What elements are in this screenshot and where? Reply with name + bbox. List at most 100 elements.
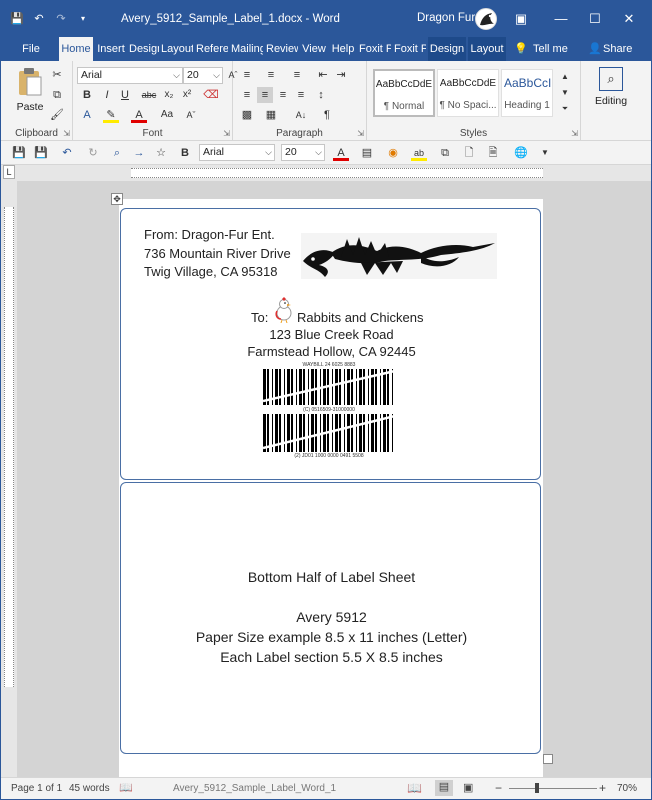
underline-button[interactable]: U	[117, 87, 133, 103]
tab-insert[interactable]: Insert	[94, 37, 128, 61]
zoom-level[interactable]: 70%	[617, 783, 637, 794]
paste-button[interactable]: Paste	[13, 67, 47, 117]
justify-icon[interactable]: ≡	[293, 87, 309, 103]
copy-format-icon[interactable]: ⧉	[437, 145, 453, 161]
tab-foxit-pdf[interactable]: Foxit PDF	[359, 37, 391, 61]
star-icon[interactable]: ☆	[153, 145, 169, 161]
font-color-icon[interactable]: A	[131, 107, 147, 123]
cut-icon[interactable]: ✂	[49, 67, 65, 83]
tab-layout[interactable]: Layout	[161, 37, 193, 61]
save-icon[interactable]: 💾	[9, 11, 25, 27]
editing-button[interactable]: ⌕ Editing	[589, 65, 633, 119]
tab-home[interactable]: Home	[59, 37, 93, 61]
style-normal[interactable]: AaBbCcDdE ¶ Normal	[373, 69, 435, 117]
tab-help[interactable]: Help	[330, 37, 356, 61]
tab-review[interactable]: Review	[266, 37, 298, 61]
styles-scroll-down-icon[interactable]: ▼	[557, 85, 573, 101]
styles-more-icon[interactable]: ⏷	[557, 101, 573, 117]
forward-icon[interactable]: →	[131, 145, 147, 161]
increase-indent-icon[interactable]: ⇥	[333, 67, 349, 83]
person-icon[interactable]: 👤	[587, 41, 603, 57]
search-icon[interactable]: ⌕	[109, 145, 125, 161]
zoom-out-icon[interactable]: −	[495, 781, 502, 795]
bottom-label[interactable]: Bottom Half of Label Sheet Avery 5912 Pa…	[120, 482, 541, 754]
web-layout-icon[interactable]: 🌐	[513, 145, 529, 161]
text-effects-icon[interactable]: A	[79, 107, 95, 123]
shading-icon[interactable]: ▩	[239, 107, 255, 123]
strikethrough-button[interactable]: abc	[139, 87, 159, 103]
share-button[interactable]: Share	[603, 37, 633, 61]
sort-icon[interactable]: A↓	[293, 107, 309, 123]
align-left-icon[interactable]: ≡	[239, 87, 255, 103]
style-heading-1[interactable]: AaBbCcI Heading 1	[501, 69, 553, 117]
page-icon[interactable]: 🗋	[461, 145, 477, 161]
table-resize-handle[interactable]	[543, 754, 553, 764]
document-page[interactable]: ✥ From: Dragon-Fur Ent. 736 Mountain Riv…	[111, 193, 553, 777]
styles-pane-icon[interactable]: ▤	[359, 145, 375, 161]
minimize-icon[interactable]: —	[553, 11, 569, 27]
tab-mailings[interactable]: Mailings	[231, 37, 263, 61]
style-no-spacing[interactable]: AaBbCcDdE ¶ No Spaci...	[437, 69, 499, 117]
undo-icon[interactable]: ↶	[59, 145, 75, 161]
customize-toolbar-icon[interactable]: ▼	[537, 145, 553, 161]
zoom-slider[interactable]	[509, 783, 597, 793]
shrink-font-icon[interactable]: Aˇ	[183, 107, 199, 123]
vertical-ruler[interactable]	[1, 181, 17, 777]
change-case-icon[interactable]: Aa	[159, 107, 175, 123]
page-count[interactable]: Page 1 of 1	[11, 783, 62, 794]
tab-selector-icon[interactable]: L	[3, 165, 15, 179]
bold-button[interactable]: B	[177, 145, 193, 161]
tab-file[interactable]: File	[11, 37, 51, 61]
save-icon[interactable]: 💾	[11, 145, 27, 161]
web-layout-icon[interactable]: ▣	[463, 781, 473, 794]
lightbulb-icon[interactable]: 💡	[513, 41, 529, 57]
decrease-indent-icon[interactable]: ⇤	[315, 67, 331, 83]
tab-design[interactable]: Design	[129, 37, 159, 61]
horizontal-ruler[interactable]: L	[1, 165, 651, 181]
theme-colors-icon[interactable]: ◉	[385, 145, 401, 161]
undo-icon[interactable]: ↶	[31, 11, 47, 27]
table-move-handle-icon[interactable]: ✥	[111, 193, 123, 205]
line-spacing-icon[interactable]: ↕	[313, 87, 329, 103]
save-as-icon[interactable]: 💾	[33, 145, 49, 161]
styles-launcher-icon[interactable]: ⇲	[571, 129, 578, 138]
tab-foxit-pdf-2[interactable]: Foxit PDF	[394, 37, 426, 61]
clear-formatting-icon[interactable]: ⌫	[203, 87, 219, 103]
zoom-slider-thumb[interactable]	[535, 783, 539, 793]
maximize-icon[interactable]: ☐	[587, 11, 603, 27]
print-layout-icon[interactable]: ▤	[435, 780, 453, 796]
avatar[interactable]	[475, 8, 497, 30]
align-center-icon[interactable]: ≡	[257, 87, 273, 103]
borders-icon[interactable]: ▦	[263, 107, 279, 123]
copy-icon[interactable]: ⧉	[49, 87, 65, 103]
tell-me-search[interactable]: Tell me	[533, 37, 571, 61]
italic-button[interactable]: I	[99, 87, 115, 103]
zoom-in-icon[interactable]: +	[599, 781, 606, 795]
customize-qat-icon[interactable]: ▾	[75, 11, 91, 27]
highlight-icon[interactable]: ✎	[103, 107, 119, 123]
font-size-select[interactable]: 20 ⌵	[183, 67, 223, 84]
redo-icon[interactable]: ↻	[85, 145, 101, 161]
word-count[interactable]: 45 words	[69, 783, 110, 794]
paragraph-launcher-icon[interactable]: ⇲	[357, 129, 364, 138]
tab-table-layout[interactable]: Layout	[468, 37, 506, 61]
bold-button[interactable]: B	[79, 87, 95, 103]
tab-view[interactable]: View	[300, 37, 328, 61]
tab-references[interactable]: References	[196, 37, 228, 61]
bullets-icon[interactable]: ≡	[239, 67, 255, 83]
qat-font-name-select[interactable]: Arial ⌵	[199, 144, 275, 161]
proofing-icon[interactable]: 📖	[119, 781, 133, 794]
font-name-select[interactable]: Arial ⌵	[77, 67, 183, 84]
format-painter-icon[interactable]: 🖌	[49, 107, 65, 123]
font-launcher-icon[interactable]: ⇲	[223, 129, 230, 138]
tab-table-design[interactable]: Design	[428, 37, 466, 61]
user-name[interactable]: Dragon Fur	[417, 12, 475, 24]
subscript-button[interactable]: x₂	[161, 87, 177, 103]
multilevel-list-icon[interactable]: ≡	[289, 67, 305, 83]
styles-scroll-up-icon[interactable]: ▲	[557, 69, 573, 85]
align-right-icon[interactable]: ≡	[275, 87, 291, 103]
font-color-icon[interactable]: A	[333, 145, 349, 161]
numbering-icon[interactable]: ≡	[263, 67, 279, 83]
read-mode-icon[interactable]: 📖	[407, 781, 422, 795]
clipboard-launcher-icon[interactable]: ⇲	[63, 129, 70, 138]
